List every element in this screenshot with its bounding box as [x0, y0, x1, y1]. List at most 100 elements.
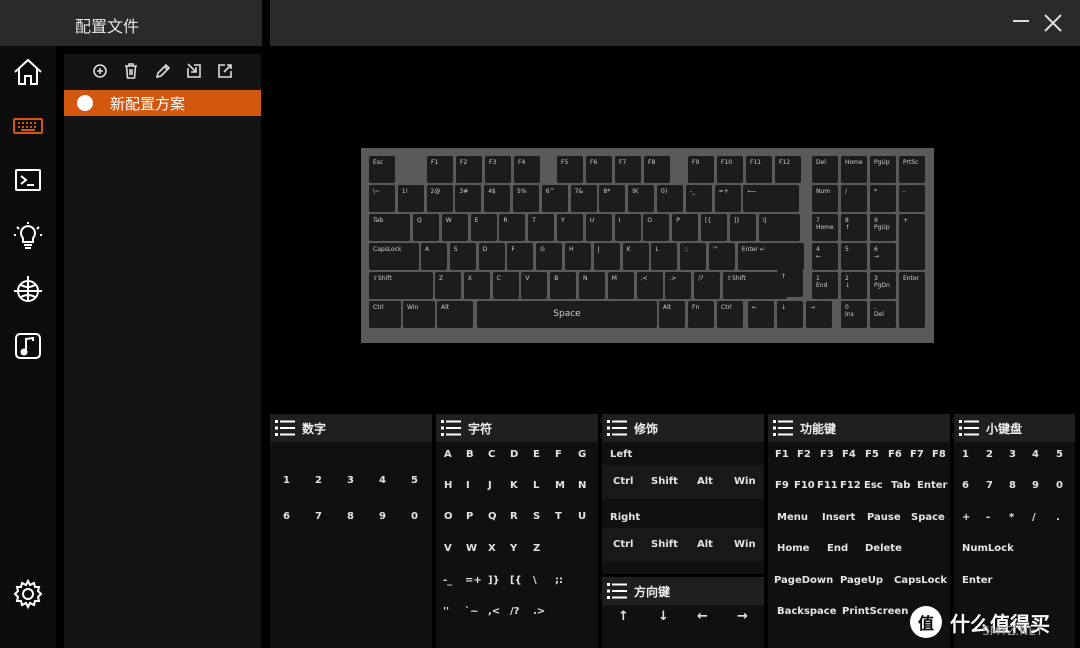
number-key[interactable]: 0 — [411, 511, 418, 522]
keyboard-key[interactable]: F5 — [557, 156, 583, 183]
arrow-right-key[interactable]: → — [737, 609, 748, 624]
char-key[interactable]: Z — [533, 543, 540, 554]
modifier-key[interactable]: Shift — [651, 539, 678, 550]
keyboard-key[interactable]: F — [507, 243, 534, 270]
char-key[interactable]: K — [510, 480, 518, 491]
function-key[interactable]: Tab — [891, 480, 910, 491]
terminal-icon[interactable] — [8, 160, 48, 200]
arrow-down-key[interactable]: ↓ — [658, 609, 669, 624]
keyboard-key[interactable]: Esc — [369, 156, 395, 183]
keyboard-key[interactable]: D — [478, 243, 505, 270]
keyboard-key[interactable]: Q — [413, 214, 439, 241]
function-key[interactable]: PrintScreen — [842, 606, 908, 617]
function-key[interactable]: Enter — [917, 480, 947, 491]
char-key[interactable]: S — [533, 511, 540, 522]
numpad-key[interactable]: / — [1032, 512, 1036, 523]
function-key[interactable]: Pause — [867, 512, 901, 523]
keyboard-key[interactable]: F12 — [775, 156, 801, 183]
keyboard-key[interactable]: 4$ — [484, 185, 511, 212]
keyboard-key[interactable]: Del — [812, 156, 838, 183]
numpad-key[interactable]: 2 — [986, 449, 993, 460]
minimize-button[interactable] — [1013, 20, 1029, 22]
keyboard-key[interactable]: F3 — [485, 156, 511, 183]
char-key[interactable]: A — [444, 449, 452, 460]
char-key[interactable]: E — [533, 449, 540, 460]
keyboard-key[interactable]: 9( — [628, 185, 655, 212]
char-key[interactable]: ,< — [488, 606, 500, 617]
export-profile-button[interactable] — [216, 62, 236, 82]
keyboard-key[interactable]: + — [899, 214, 925, 270]
keyboard-key[interactable]: ⟵ — [743, 185, 800, 212]
keyboard-key[interactable]: ,< — [636, 272, 663, 299]
function-key[interactable]: Esc — [864, 480, 883, 491]
keyboard-key[interactable]: P — [672, 214, 699, 241]
char-key[interactable]: \ — [533, 575, 537, 586]
keyboard-key[interactable]: F8 — [644, 156, 670, 183]
number-key[interactable]: 5 — [411, 475, 418, 486]
function-key[interactable]: Backspace — [777, 606, 837, 617]
keyboard-key[interactable]: =+ — [714, 185, 741, 212]
keyboard-key[interactable]: Num — [812, 185, 838, 212]
keyboard-key[interactable]: 5 — [841, 243, 867, 270]
keyboard-key[interactable]: F9 — [688, 156, 714, 183]
function-key[interactable]: Insert — [822, 512, 855, 523]
char-key[interactable]: X — [488, 543, 496, 554]
keyboard-key[interactable]: W — [441, 214, 468, 241]
number-key[interactable]: 9 — [379, 511, 386, 522]
function-key[interactable]: End — [827, 543, 848, 554]
char-key[interactable]: -_ — [443, 575, 452, 586]
keyboard-key[interactable]: 9 PgUp — [870, 214, 896, 241]
char-key[interactable]: L — [533, 480, 539, 491]
keyboard-key[interactable]: X — [463, 272, 490, 299]
keyboard-key[interactable]: ↑ — [777, 270, 803, 297]
char-key[interactable]: `~ — [465, 606, 478, 617]
char-key[interactable]: O — [444, 511, 453, 522]
keyboard-key[interactable]: J — [593, 243, 620, 270]
keyboard-key[interactable]: B — [550, 272, 577, 299]
keyboard-key[interactable]: 7 Home — [812, 214, 838, 241]
function-key[interactable]: PageDown — [774, 575, 833, 586]
char-key[interactable]: V — [444, 543, 452, 554]
function-key[interactable]: Space — [911, 512, 945, 523]
numpad-key[interactable]: 1 — [962, 449, 969, 460]
keyboard-key[interactable]: O — [643, 214, 670, 241]
modifier-key[interactable]: Alt — [697, 539, 713, 550]
close-button[interactable] — [1042, 12, 1064, 34]
import-profile-button[interactable] — [185, 62, 205, 82]
function-key[interactable]: F4 — [842, 449, 856, 460]
keyboard-key[interactable]: Fn — [688, 301, 714, 328]
number-key[interactable]: 3 — [347, 475, 354, 486]
function-key[interactable]: F12 — [840, 480, 861, 491]
keyboard-key[interactable]: .> — [665, 272, 692, 299]
keyboard-key[interactable]: F6 — [586, 156, 612, 183]
char-key[interactable]: Q — [488, 511, 497, 522]
keyboard-key[interactable]: PgUp — [870, 156, 896, 183]
keyboard-key[interactable]: Enter — [899, 272, 925, 328]
char-key[interactable]: ;: — [555, 575, 563, 586]
arrow-up-key[interactable]: ↑ — [618, 609, 629, 624]
char-key[interactable]: N — [578, 480, 586, 491]
keyboard-key[interactable]: 3 PgDn — [870, 272, 896, 299]
music-note-icon[interactable] — [8, 326, 48, 366]
keyboard-key[interactable]: A — [421, 243, 447, 270]
numpad-key[interactable]: - — [986, 512, 990, 523]
char-key[interactable]: .> — [533, 606, 545, 617]
arrow-left-key[interactable]: ← — [697, 609, 708, 624]
modifier-key[interactable]: Shift — [651, 476, 678, 487]
numpad-key[interactable]: * — [1009, 512, 1014, 523]
keyboard-key[interactable]: R — [499, 214, 526, 241]
numpad-key[interactable]: 5 — [1056, 449, 1063, 460]
keyboard-key[interactable]: Ctrl — [369, 301, 401, 328]
char-key[interactable]: D — [510, 449, 518, 460]
keyboard-key[interactable]: F10 — [717, 156, 743, 183]
keyboard-key[interactable]: Y — [557, 214, 583, 241]
keyboard-key[interactable]: \~ — [369, 185, 395, 212]
keyboard-key[interactable]: 6^ — [541, 185, 568, 212]
functions-panel-header[interactable]: 功能键 — [768, 414, 950, 442]
function-key[interactable]: PageUp — [840, 575, 883, 586]
keyboard-key[interactable]: 0 Ins — [841, 301, 867, 328]
keyboard-key[interactable]: . Del — [870, 301, 896, 328]
numpad-key[interactable]: 8 — [1009, 480, 1016, 491]
numbers-panel-header[interactable]: 数字 — [270, 414, 432, 442]
keyboard-key[interactable]: ← — [748, 301, 774, 328]
